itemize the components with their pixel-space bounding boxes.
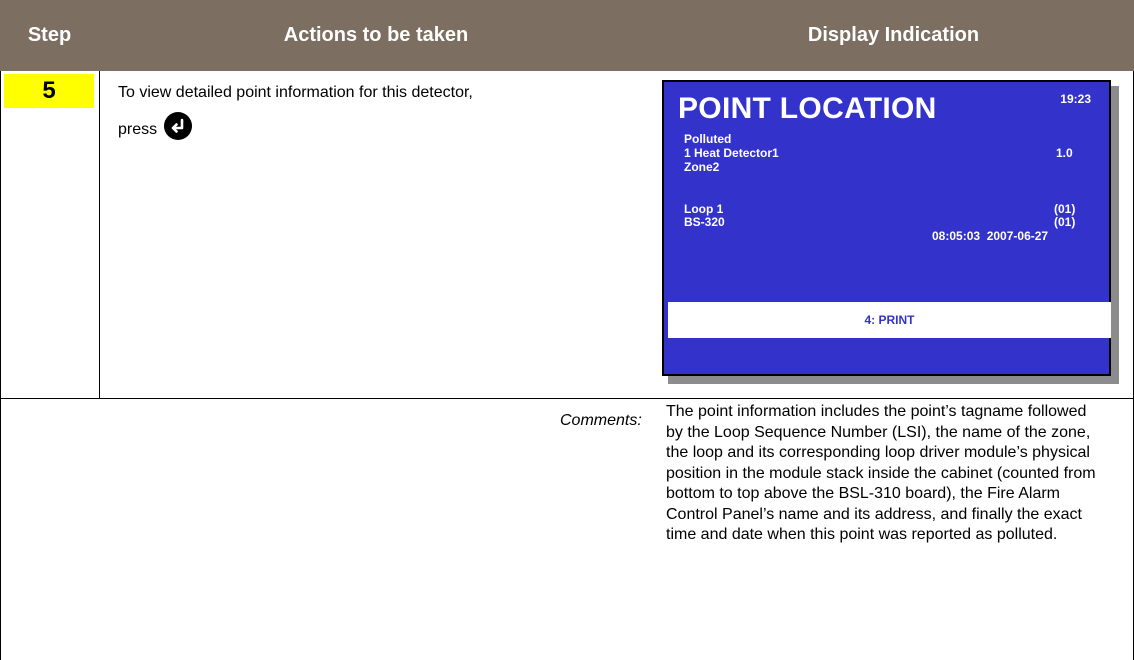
display-point-lsi: 1.0 xyxy=(1056,146,1073,160)
comments-text: The point information includes the point… xyxy=(666,403,1096,543)
table-header: Step Actions to be taken Display Indicat… xyxy=(0,0,1134,71)
panel-display-screen: POINT LOCATION 19:23 Polluted 1 Heat Det… xyxy=(662,80,1111,376)
display-timestamp: 08:05:03 2007-06-27 xyxy=(932,229,1049,243)
display-panel-address: (01) xyxy=(1054,215,1076,229)
table-border-left xyxy=(0,71,1,660)
table-row-divider xyxy=(0,398,1134,399)
comments-label: Comments: xyxy=(560,412,642,429)
header-actions: Actions to be taken xyxy=(283,24,469,46)
display-title: POINT LOCATION xyxy=(678,92,937,125)
display-loop-position: (01) xyxy=(1054,202,1076,216)
display-status: Polluted xyxy=(684,132,732,146)
table-border-step-divider xyxy=(99,71,100,398)
enter-key-icon xyxy=(163,111,192,140)
display-loop: Loop 1 xyxy=(684,202,724,216)
display-panel-name: BS-320 xyxy=(684,215,725,229)
step-number-badge: 5 xyxy=(4,74,94,108)
header-step: Step xyxy=(27,24,72,46)
action-instruction: To view detailed point information for t… xyxy=(118,74,498,148)
display-clock: 19:23 xyxy=(1060,92,1091,106)
display-zone: Zone2 xyxy=(684,160,720,174)
softkey-print: 4: PRINT xyxy=(668,302,1111,338)
display-point-name: 1 Heat Detector1 xyxy=(684,146,779,160)
header-display: Display Indication xyxy=(807,24,980,46)
